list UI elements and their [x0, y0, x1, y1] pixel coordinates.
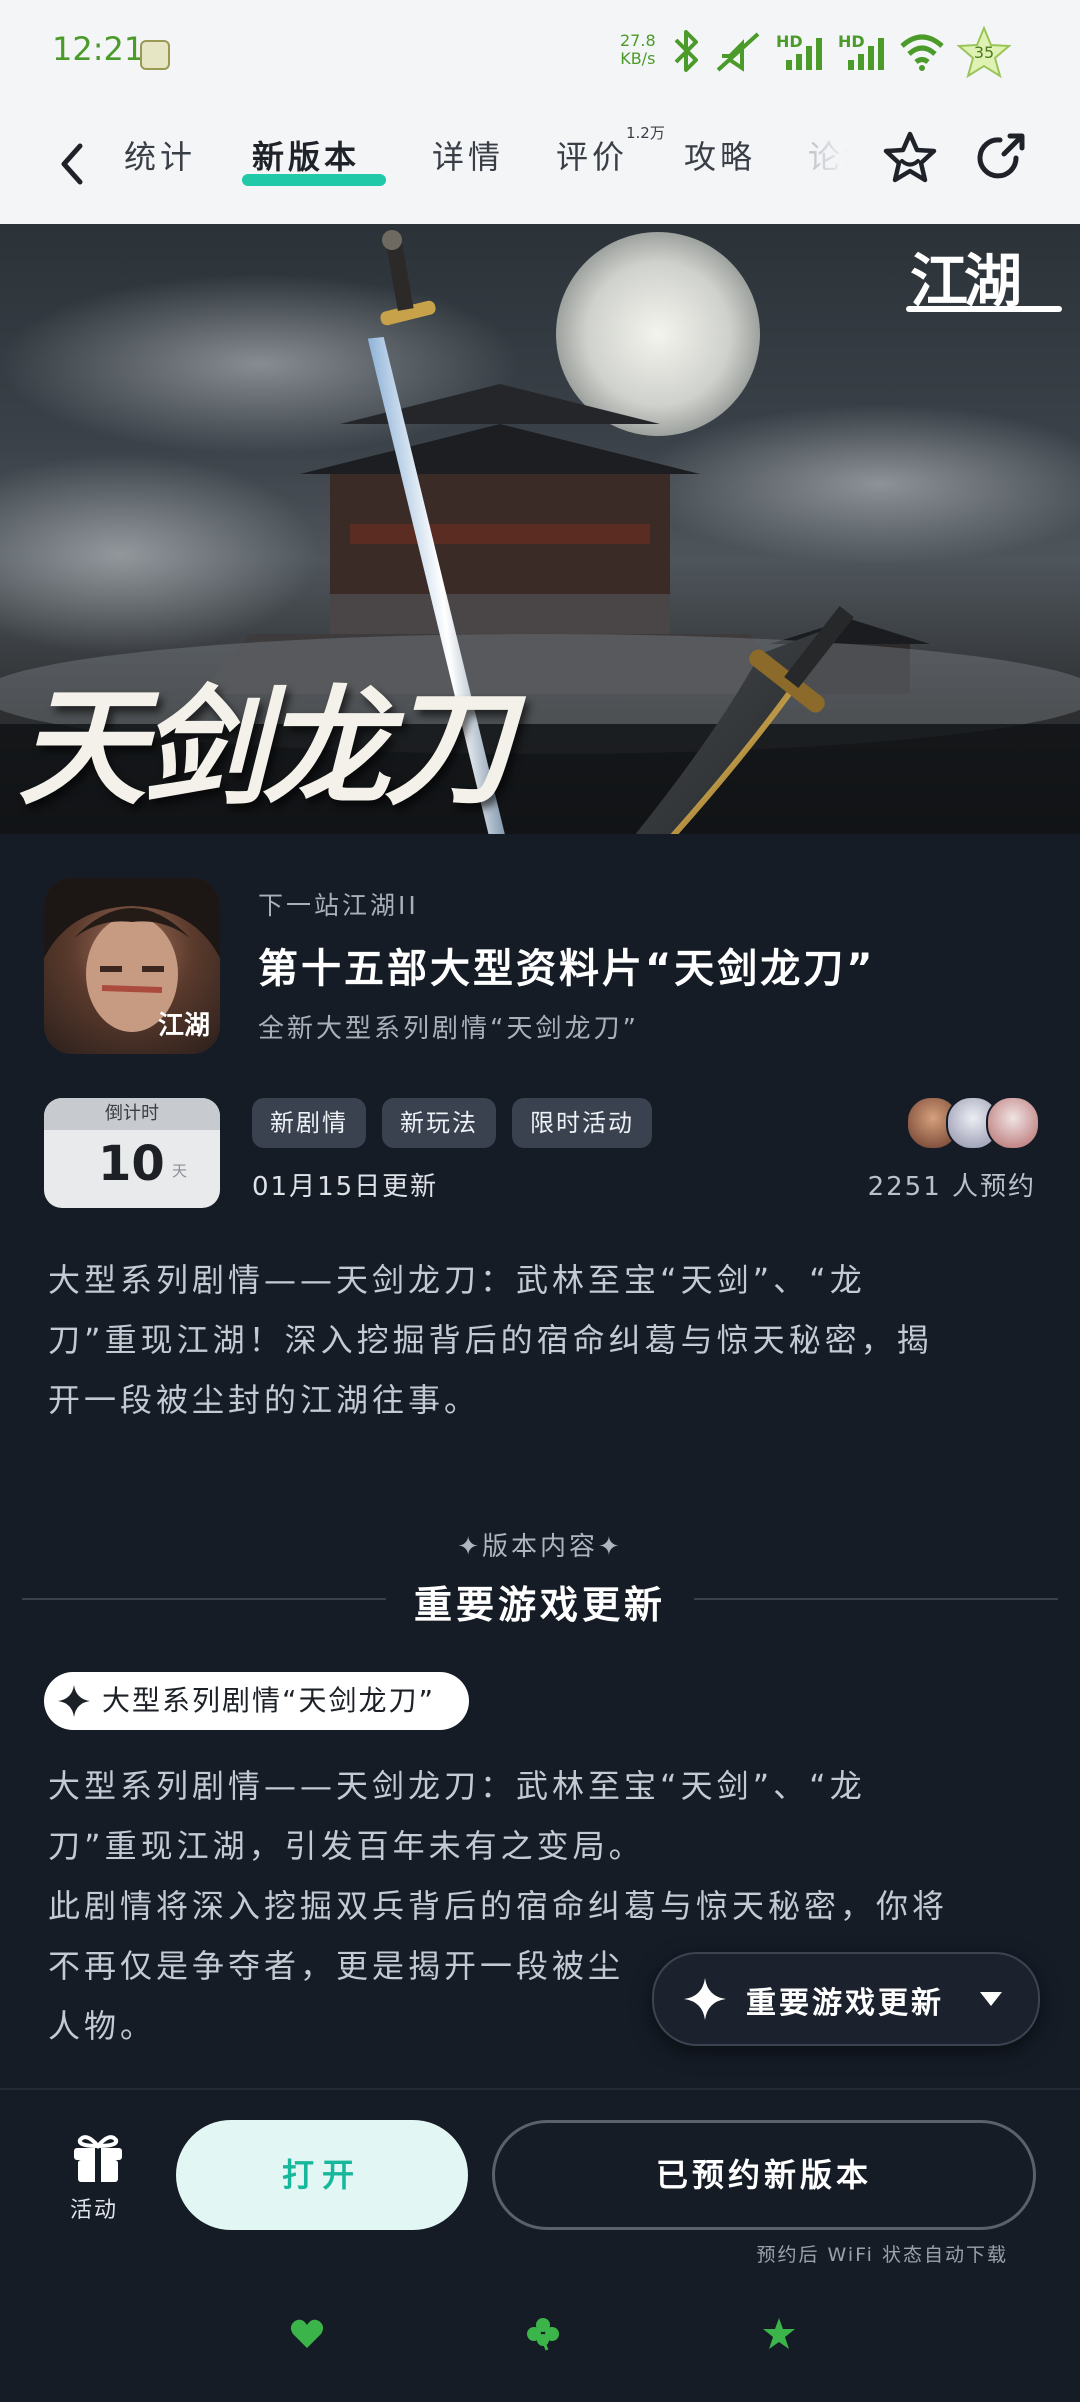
notification-app-icon — [140, 40, 170, 70]
version-title: 第十五部大型资料片“天剑龙刀” — [258, 946, 876, 992]
countdown-value: 10 — [98, 1136, 165, 1192]
intro-line: 大型系列剧情——天剑龙刀：武林至宝“天剑”、“龙 — [48, 1261, 866, 1299]
wifi-icon — [900, 34, 944, 71]
reviews-count-badge: 1.2万 — [626, 124, 665, 142]
reserved-button[interactable]: 已预约新版本 — [492, 2120, 1036, 2230]
status-time: 12:21 — [52, 30, 145, 68]
star-icon[interactable] — [761, 2316, 797, 2352]
signal-icon-2 — [848, 38, 884, 70]
network-speed-unit: KB/s — [620, 49, 656, 68]
countdown-label: 倒计时 — [44, 1098, 220, 1130]
tag-chip-new-gameplay: 新玩法 — [382, 1098, 496, 1148]
banner-title: 天剑龙刀 — [18, 673, 512, 823]
intro-line: 刀”重现江湖！深入挖掘背后的宿命纠葛与惊天秘密，揭 — [48, 1321, 933, 1359]
game-name: 下一站江湖II — [258, 891, 419, 920]
section-title: 重要游戏更新 — [413, 1583, 666, 1627]
section-jump-dropdown[interactable]: 重要游戏更新 — [652, 1952, 1040, 2046]
battery-indicator: 35 — [956, 25, 1012, 80]
feature-line: 刀”重现江湖，引发百年未有之变局。 — [48, 1827, 645, 1865]
status-bar: 12:21 27.8 KB/s HD HD 35 — [0, 0, 1080, 104]
game-icon-tag: 江湖 — [157, 1011, 210, 1041]
version-banner[interactable]: 江湖 天剑龙刀 — [0, 224, 1080, 834]
tab-details[interactable]: 详情 — [432, 132, 504, 178]
update-date: 01月15日更新 — [252, 1172, 439, 1202]
tag-chip-limited-event: 限时活动 — [512, 1098, 652, 1148]
clover-icon[interactable] — [525, 2316, 561, 2352]
section-eyebrow: ✦版本内容✦ — [457, 1532, 623, 1562]
caret-down-icon — [980, 1992, 1002, 2006]
feature-pill: 大型系列剧情“天剑龙刀” — [44, 1672, 470, 1730]
section-jump-label: 重要游戏更新 — [746, 1986, 944, 2021]
top-nav: 统计 新版本 详情 评价 1.2万 攻略 论坛 — [0, 104, 1080, 224]
mute-vibrate-icon — [716, 32, 760, 72]
intro-line: 开一段被尘封的江湖往事。 — [48, 1381, 481, 1419]
share-icon[interactable] — [970, 128, 1030, 188]
wifi-download-note: 预约后 WiFi 状态自动下载 — [756, 2244, 1008, 2266]
heart-icon[interactable] — [289, 2316, 325, 2352]
version-subtitle: 全新大型系列剧情“天剑龙刀” — [258, 1014, 639, 1044]
feature-line: 大型系列剧情——天剑龙刀：武林至宝“天剑”、“龙 — [48, 1767, 866, 1805]
battery-level: 35 — [973, 43, 995, 62]
tab-reviews[interactable]: 评价 — [556, 132, 628, 178]
gift-icon[interactable] — [70, 2130, 126, 2184]
game-icon[interactable]: 江湖 — [44, 878, 220, 1054]
bluetooth-icon — [674, 30, 698, 72]
feature-pill-label: 大型系列剧情“天剑龙刀” — [102, 1684, 436, 1717]
sparkle-icon — [684, 1978, 726, 2020]
network-speed: 27.8 KB/s — [620, 32, 656, 68]
open-button[interactable]: 打开 — [176, 2120, 468, 2230]
countdown-unit: 天 — [172, 1162, 188, 1180]
intro-text: 大型系列剧情——天剑龙刀：武林至宝“天剑”、“龙 刀”重现江湖！深入挖掘背后的宿… — [48, 1250, 1032, 1430]
tab-overflow-fade — [780, 124, 880, 204]
tab-guides[interactable]: 攻略 — [684, 132, 756, 178]
signal-icon-1 — [786, 38, 822, 70]
active-tab-indicator — [242, 174, 386, 186]
avatar — [986, 1096, 1040, 1150]
back-chevron-icon[interactable] — [52, 134, 92, 194]
network-speed-value: 27.8 — [620, 31, 656, 50]
tab-new-version[interactable]: 新版本 — [252, 132, 360, 178]
activity-label[interactable]: 活动 — [70, 2192, 118, 2224]
tag-chip-new-story: 新剧情 — [252, 1098, 366, 1148]
countdown-card: 倒计时 10 天 — [44, 1098, 220, 1208]
feature-line: 此剧情将深入挖掘双兵背后的宿命纠葛与惊天秘密，你将 — [48, 1887, 949, 1925]
favorite-star-icon[interactable] — [880, 128, 940, 188]
sparkle-icon — [58, 1685, 90, 1717]
banner-logo-sword-bar — [906, 306, 1062, 312]
reserver-avatars — [906, 1096, 1040, 1150]
reservation-count: 2251 人预约 — [867, 1172, 1036, 1202]
tab-stats[interactable]: 统计 — [124, 132, 196, 178]
